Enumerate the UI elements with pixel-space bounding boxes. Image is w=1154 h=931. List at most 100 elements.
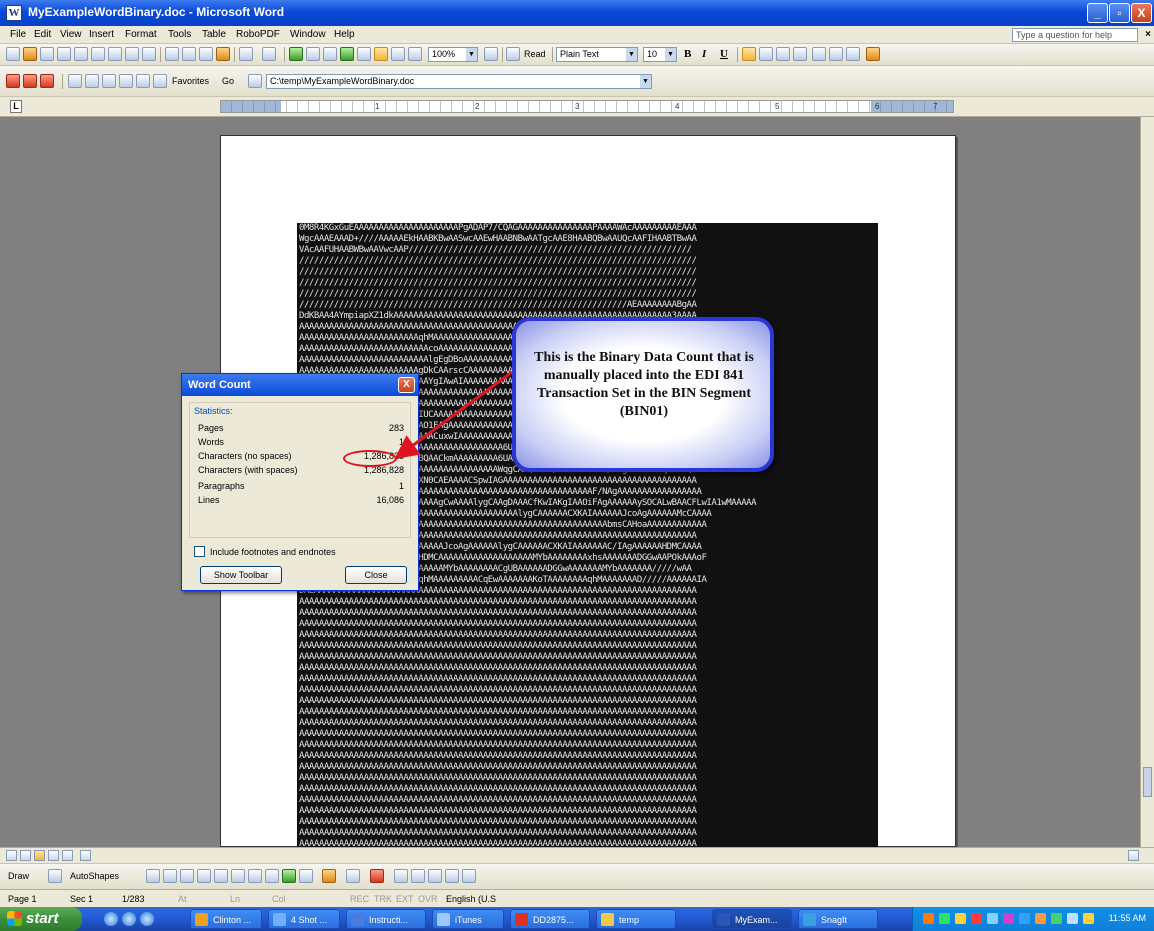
quicklaunch-desktop-icon[interactable]	[140, 912, 154, 926]
task-4-shot[interactable]: 4 Shot ...	[268, 909, 340, 929]
fill-color-icon[interactable]	[322, 869, 336, 883]
go-menu[interactable]: Go	[222, 76, 234, 86]
copy-icon[interactable]	[182, 47, 196, 61]
read-mode-icon[interactable]	[506, 47, 520, 61]
align-center-icon[interactable]	[759, 47, 773, 61]
drawing-toggle-icon[interactable]	[374, 47, 388, 61]
robopdf-settings-icon[interactable]	[23, 74, 37, 88]
style-select[interactable]: Plain Text ▼	[556, 47, 638, 62]
insert-excel-icon[interactable]	[340, 47, 354, 61]
print-preview-icon[interactable]	[108, 47, 122, 61]
arrow-icon[interactable]	[163, 869, 177, 883]
diagram-icon[interactable]	[265, 869, 279, 883]
menu-edit[interactable]: Edit	[34, 29, 51, 40]
email-icon[interactable]	[74, 47, 88, 61]
rectangle-icon[interactable]	[180, 869, 194, 883]
line-icon[interactable]	[146, 869, 160, 883]
status-ext[interactable]: EXT	[396, 894, 414, 904]
task-itunes[interactable]: iTunes	[432, 909, 504, 929]
show-toolbar-button[interactable]: Show Toolbar	[200, 566, 282, 584]
draw-menu[interactable]: Draw	[8, 871, 29, 881]
task-dd2875[interactable]: DD2875...	[510, 909, 590, 929]
include-footnotes-checkbox[interactable]	[194, 546, 205, 557]
textbox-icon[interactable]	[214, 869, 228, 883]
chevron-down-icon[interactable]: ▼	[640, 75, 651, 88]
stop-icon[interactable]	[102, 74, 116, 88]
menu-format[interactable]: Format	[125, 29, 157, 40]
hyperlink-icon[interactable]	[289, 47, 303, 61]
scroll-right-icon[interactable]	[1128, 850, 1139, 861]
robopdf-email-icon[interactable]	[40, 74, 54, 88]
font-size-select[interactable]: 10 ▼	[643, 47, 677, 62]
increase-indent-icon[interactable]	[846, 47, 860, 61]
outline-view-icon[interactable]	[48, 850, 59, 861]
close-dialog-button[interactable]: Close	[345, 566, 407, 584]
ask-question-input[interactable]: Type a question for help	[1012, 28, 1138, 42]
open-folder-icon[interactable]	[23, 47, 37, 61]
oval-icon[interactable]	[197, 869, 211, 883]
undo-icon[interactable]	[239, 47, 253, 61]
menu-table[interactable]: Table	[202, 29, 226, 40]
document-map-icon[interactable]	[391, 47, 405, 61]
spelling-icon[interactable]	[125, 47, 139, 61]
word-app-icon[interactable]: W	[6, 5, 22, 21]
show-only-web-toolbar-icon[interactable]	[248, 74, 262, 88]
menu-tools[interactable]: Tools	[168, 29, 191, 40]
status-rec[interactable]: REC	[350, 894, 369, 904]
tray-icon[interactable]	[1051, 913, 1062, 924]
line-color-icon[interactable]	[346, 869, 360, 883]
menu-window[interactable]: Window	[290, 29, 326, 40]
redo-icon[interactable]	[262, 47, 276, 61]
chevron-down-icon[interactable]: ▼	[665, 48, 676, 61]
autoshapes-menu[interactable]: AutoShapes	[70, 871, 119, 881]
menu-robopdf[interactable]: RoboPDF	[236, 29, 280, 40]
favorites-menu[interactable]: Favorites	[172, 76, 209, 86]
save-icon[interactable]	[40, 47, 54, 61]
select-objects-icon[interactable]	[48, 869, 62, 883]
tray-icon[interactable]	[923, 913, 934, 924]
scrollbar-thumb[interactable]	[1143, 767, 1152, 797]
reading-view-icon[interactable]	[62, 850, 73, 861]
back-icon[interactable]	[68, 74, 82, 88]
bold-button[interactable]: B	[684, 48, 691, 60]
menu-insert[interactable]: Insert	[89, 29, 114, 40]
task-clinton[interactable]: Clinton ...	[190, 909, 262, 929]
insert-table-icon[interactable]	[323, 47, 337, 61]
cut-icon[interactable]	[165, 47, 179, 61]
permission-icon[interactable]	[57, 47, 71, 61]
tray-icon[interactable]	[1067, 913, 1078, 924]
close-document-icon[interactable]: ×	[1145, 29, 1151, 40]
tray-icon[interactable]	[987, 913, 998, 924]
font-color-icon[interactable]	[370, 869, 384, 883]
line-style-icon[interactable]	[394, 869, 408, 883]
menu-view[interactable]: View	[60, 29, 82, 40]
align-right-icon[interactable]	[776, 47, 790, 61]
tray-icon[interactable]	[1035, 913, 1046, 924]
highlight-icon[interactable]	[866, 47, 880, 61]
tab-selector-icon[interactable]: L	[10, 100, 22, 113]
status-ovr[interactable]: OVR	[418, 894, 438, 904]
tray-icon[interactable]	[1083, 913, 1094, 924]
minimize-button[interactable]: _	[1087, 3, 1108, 23]
close-window-button[interactable]: X	[1131, 3, 1152, 23]
chevron-down-icon[interactable]: ▼	[466, 48, 477, 61]
vertical-scrollbar[interactable]	[1140, 117, 1154, 847]
tray-icon[interactable]	[1003, 913, 1014, 924]
refresh-icon[interactable]	[119, 74, 133, 88]
justify-icon[interactable]	[793, 47, 807, 61]
scroll-left-icon[interactable]	[80, 850, 91, 861]
columns-icon[interactable]	[357, 47, 371, 61]
zoom-select[interactable]: 100% ▼	[428, 47, 478, 62]
insert-picture-icon[interactable]	[299, 869, 313, 883]
help-icon[interactable]	[484, 47, 498, 61]
chevron-down-icon[interactable]: ▼	[626, 48, 637, 61]
task-myexample[interactable]: MyExam...	[712, 909, 792, 929]
numbering-icon[interactable]	[812, 47, 826, 61]
tray-icon[interactable]	[955, 913, 966, 924]
quicklaunch-ie-icon[interactable]	[122, 912, 136, 926]
paste-icon[interactable]	[199, 47, 213, 61]
new-document-icon[interactable]	[6, 47, 20, 61]
print-layout-icon[interactable]	[34, 850, 45, 861]
task-instructions[interactable]: Instructi...	[346, 909, 426, 929]
dialog-close-icon[interactable]: X	[398, 377, 415, 393]
